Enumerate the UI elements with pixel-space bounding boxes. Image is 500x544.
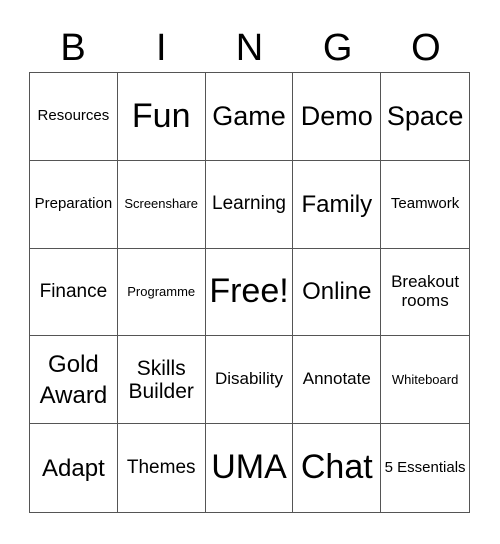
cell-label: Breakout rooms	[391, 272, 460, 310]
bingo-cell[interactable]: Fun	[117, 73, 206, 161]
header-letter-o: O	[411, 27, 441, 69]
bingo-cell[interactable]: Chat	[293, 424, 382, 512]
cell-label: Themes	[126, 456, 196, 478]
cell-label: Learning	[212, 192, 286, 214]
bingo-cell[interactable]: Themes	[118, 424, 206, 512]
bingo-cell[interactable]: Programme	[117, 248, 206, 337]
cell-label: Game	[212, 100, 286, 131]
cell-label: Online	[302, 278, 372, 306]
bingo-cell[interactable]: Learning	[205, 160, 294, 249]
cell-label: Screenshare	[124, 196, 199, 212]
cell-label: UMA	[211, 448, 287, 487]
bingo-cell[interactable]: Breakout rooms	[381, 249, 469, 337]
bingo-cell[interactable]: Whiteboard	[381, 336, 469, 425]
cell-label: Resources	[37, 107, 110, 125]
cell-label: Finance	[39, 280, 108, 302]
cell-label: Skills Builder	[128, 356, 194, 403]
bingo-cell[interactable]: Gold Award	[30, 336, 118, 425]
header-letter-g: G	[322, 27, 353, 69]
cell-label: Free!	[209, 272, 289, 311]
bingo-cell[interactable]: Game	[205, 73, 294, 161]
cell-label: 5 Essentials	[384, 458, 466, 476]
bingo-header: B I N G O	[29, 24, 470, 72]
bingo-cell[interactable]: Adapt	[30, 424, 118, 512]
bingo-cell[interactable]: Free!	[205, 248, 294, 337]
bingo-cell[interactable]: Family	[293, 160, 382, 249]
bingo-cell[interactable]: Demo	[293, 73, 382, 161]
cell-label: Disability	[214, 369, 283, 389]
cell-label: Fun	[131, 96, 191, 135]
bingo-cell[interactable]: Skills Builder	[117, 336, 206, 425]
bingo-cell[interactable]: Screenshare	[117, 160, 206, 249]
header-letter-n: N	[235, 27, 264, 69]
bingo-cell[interactable]: Preparation	[30, 160, 118, 249]
cell-label: Preparation	[34, 194, 113, 212]
cell-label: Teamwork	[390, 194, 460, 212]
cell-label: Family	[301, 190, 373, 218]
bingo-cell[interactable]: Teamwork	[381, 161, 469, 249]
bingo-board: Resources Fun Game Demo Space Preparatio…	[29, 72, 470, 513]
header-letter-b: B	[60, 27, 86, 69]
bingo-cell[interactable]: UMA	[206, 424, 294, 512]
bingo-cell[interactable]: Space	[381, 73, 469, 161]
bingo-cell[interactable]: Resources	[30, 73, 118, 161]
bingo-cell[interactable]: Online	[293, 248, 382, 337]
cell-label: Annotate	[302, 369, 371, 389]
cell-label: Whiteboard	[391, 371, 459, 387]
cell-label: Programme	[127, 283, 196, 299]
cell-label: Demo	[300, 100, 373, 131]
cell-label: Adapt	[42, 454, 105, 482]
bingo-cell[interactable]: Annotate	[293, 336, 382, 425]
cell-label: Gold Award	[39, 350, 108, 409]
bingo-cell[interactable]: 5 Essentials	[381, 424, 469, 512]
header-letter-i: I	[156, 27, 167, 69]
bingo-cell[interactable]: Finance	[30, 248, 118, 337]
cell-label: Chat	[300, 448, 373, 487]
cell-label: Space	[386, 100, 464, 131]
bingo-cell[interactable]: Disability	[205, 336, 294, 425]
